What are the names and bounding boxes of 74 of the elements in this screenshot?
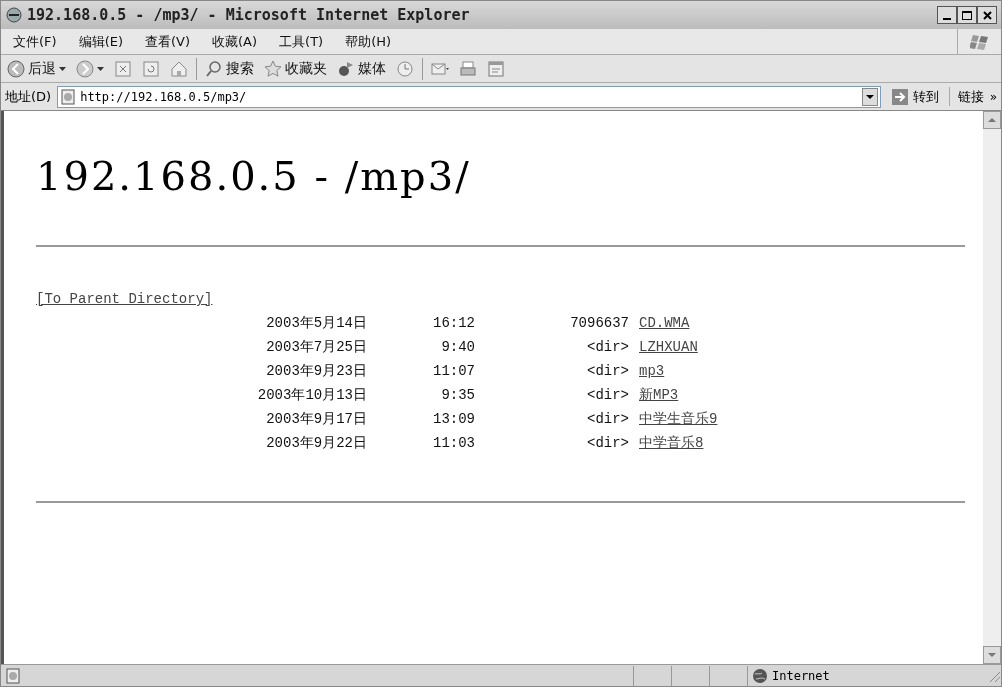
url-text: http://192.168.0.5/mp3/: [80, 88, 248, 106]
go-button[interactable]: 转到: [886, 86, 943, 107]
links-button[interactable]: 链接 »: [948, 86, 997, 107]
history-icon: [396, 59, 414, 78]
file-link[interactable]: CD.WMA: [639, 311, 690, 335]
scroll-up-button[interactable]: [983, 111, 1001, 129]
file-link[interactable]: 中学生音乐9: [639, 407, 718, 431]
size-text: <dir>: [586, 338, 629, 357]
media-icon: [337, 59, 355, 78]
time-text: 11:03: [432, 434, 475, 453]
size-text: <dir>: [586, 362, 629, 381]
date-text: 2003年10月13日: [256, 386, 367, 405]
page-heading: 192.168.0.5 - /mp3/: [36, 152, 472, 201]
time-text: 11:07: [432, 362, 475, 381]
menu-item[interactable]: 编辑(E): [78, 31, 123, 52]
toolbar-button[interactable]: 后退: [5, 56, 68, 81]
scrollbar[interactable]: [983, 111, 1001, 664]
toolbar-button[interactable]: 搜索: [203, 56, 256, 81]
dropdown-button[interactable]: [861, 87, 878, 106]
date-text: 2003年9月17日: [265, 410, 367, 429]
scroll-down-button[interactable]: [983, 646, 1001, 664]
time-text: 9:40: [440, 338, 475, 357]
dropdown-arrow-icon: [59, 66, 66, 71]
back-icon: [7, 59, 25, 78]
forward-icon: [76, 59, 94, 78]
close-button[interactable]: [977, 6, 997, 24]
toolbar-button[interactable]: 媒体: [335, 56, 388, 81]
file-link[interactable]: 中学音乐8: [639, 431, 704, 455]
stop-icon: [114, 59, 132, 78]
page-icon: [60, 88, 77, 105]
file-link[interactable]: 新MP3: [639, 383, 679, 407]
refresh-icon: [142, 59, 160, 78]
up-arrow-icon: [988, 118, 996, 122]
date-text: 2003年7月25日: [265, 338, 367, 357]
down-arrow-icon: [988, 653, 996, 657]
close-icon: [982, 10, 992, 20]
address-label: 地址(D): [5, 87, 52, 106]
time-text: 9:35: [440, 386, 475, 405]
menu-item[interactable]: 帮助(H): [345, 31, 392, 52]
menu-item[interactable]: 工具(T): [279, 31, 324, 52]
date-text: 2003年9月22日: [265, 434, 367, 453]
address-field[interactable]: http://192.168.0.5/mp3/: [57, 85, 881, 108]
size-text: <dir>: [586, 410, 629, 429]
date-text: 2003年9月23日: [265, 362, 367, 381]
maximize-button[interactable]: [957, 6, 977, 24]
window-title: 192.168.0.5 - /mp3/ - Microsoft Internet Explorer: [27, 4, 471, 26]
dropdown-arrow-icon: [865, 94, 874, 99]
flag-logo-icon: [969, 32, 990, 51]
time-text: 16:12: [432, 314, 475, 333]
search-icon: [205, 59, 223, 78]
security-zone-label: Internet: [772, 667, 830, 685]
size-text: 7096637: [569, 314, 629, 333]
size-text: <dir>: [586, 386, 629, 405]
dropdown-arrow-icon: [97, 66, 104, 71]
minimize-icon: [943, 18, 951, 20]
size-text: <dir>: [586, 434, 629, 453]
menu-item[interactable]: 文件(F): [13, 31, 57, 52]
file-link[interactable]: mp3: [639, 359, 665, 383]
home-icon: [170, 59, 188, 78]
star-icon: [264, 59, 282, 78]
file-link[interactable]: LZHXUAN: [639, 335, 698, 359]
toolbar-button[interactable]: 收藏夹: [262, 56, 329, 81]
links-label: 链接: [957, 87, 984, 106]
parent-directory-link[interactable]: [To Parent Directory]: [36, 291, 213, 307]
printer-icon: [459, 59, 477, 78]
page-status-icon: [5, 667, 21, 684]
menu-item[interactable]: 收藏(A): [212, 31, 258, 52]
time-text: 13:09: [432, 410, 475, 429]
edit-icon: [487, 59, 505, 78]
maximize-icon: [962, 10, 972, 20]
minimize-button[interactable]: [937, 6, 957, 24]
chevron-icon: »: [989, 87, 997, 106]
date-text: 2003年5月14日: [265, 314, 367, 333]
menu-item[interactable]: 查看(V): [145, 31, 191, 52]
